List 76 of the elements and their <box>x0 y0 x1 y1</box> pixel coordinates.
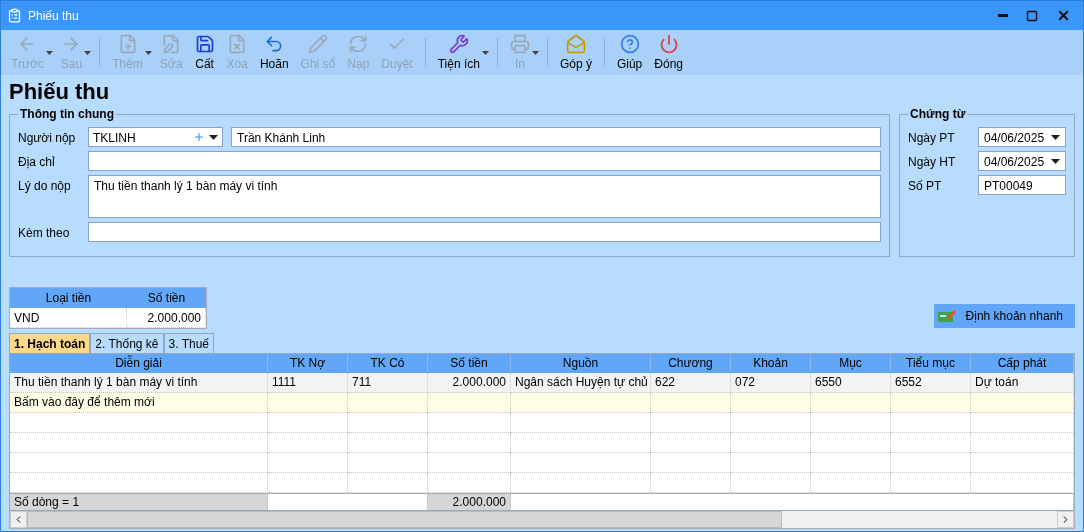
table-cell: 1111 <box>268 373 348 393</box>
dropdown-arrow-icon[interactable] <box>209 134 218 140</box>
save-icon <box>194 34 215 54</box>
table-cell: 622 <box>651 373 731 393</box>
field-label: Địa chỉ <box>18 154 56 169</box>
tab[interactable]: 1. Hạch toán <box>9 333 91 353</box>
column-header: Nguồn <box>511 354 651 373</box>
add-new-row-hint[interactable]: Bấm vào đây để thêm mới <box>10 393 268 413</box>
column-header: TK Nợ <box>268 354 348 373</box>
tab[interactable]: 2. Thống kê <box>90 333 164 353</box>
payer-name-field[interactable]: Trần Khánh Linh <box>231 127 881 147</box>
toolbar-button[interactable]: Góp ý <box>553 30 598 75</box>
field-label: Số PT <box>908 178 943 193</box>
envelope-icon <box>565 34 586 54</box>
total-amount: 2.000.000 <box>428 493 511 510</box>
payer-code-dropdown[interactable]: TKLINH <box>88 127 223 147</box>
minimize-icon <box>998 14 1008 17</box>
printer-icon <box>509 34 530 54</box>
close-icon <box>1056 8 1071 23</box>
help-icon <box>619 34 640 54</box>
field-label: Ngày HT <box>908 154 957 169</box>
table-cell: 6550 <box>811 373 891 393</box>
column-header: Diễn giải <box>10 354 268 373</box>
panel-title: Chứng từ <box>909 107 967 121</box>
delete-document-icon <box>227 34 248 54</box>
window-title: Phiếu thu <box>28 8 80 23</box>
table-cell: 2.000.000 <box>127 308 206 328</box>
table-cell: Dự toán <box>971 373 1074 393</box>
pencil-icon <box>307 34 328 54</box>
toolbar-button[interactable]: Cất <box>188 30 221 75</box>
input-field[interactable] <box>88 222 881 242</box>
table-cell: 711 <box>348 373 428 393</box>
edit-document-icon <box>161 34 182 54</box>
table-cell: 072 <box>731 373 811 393</box>
toolbar-button[interactable]: Tiện ích <box>431 30 486 75</box>
column-header: Cấp phát <box>971 354 1074 373</box>
column-header: Khoản <box>731 354 811 373</box>
toolbar-button[interactable]: Hoãn <box>253 30 295 75</box>
column-header: Số tiền <box>127 288 206 308</box>
page-heading: Phiếu thu <box>9 79 111 105</box>
field-label: Kèm theo <box>18 225 71 242</box>
toolbar-button[interactable]: Đóng <box>648 30 689 75</box>
column-header: Chương <box>651 354 731 373</box>
column-header: Loại tiền <box>10 288 127 308</box>
table-cell: Thu tiền thanh lý 1 bàn máy vi tính <box>10 373 268 393</box>
scroll-thumb[interactable] <box>27 511 782 528</box>
column-header: Tiểu mục <box>891 354 971 373</box>
refresh-icon <box>348 34 369 54</box>
panel-title: Thông tin chung <box>19 107 115 121</box>
app-icon <box>7 8 22 23</box>
table-cell: 2.000.000 <box>428 373 511 393</box>
column-header: Mục <box>811 354 891 373</box>
row-count: Số dòng = 1 <box>10 493 268 510</box>
date-field[interactable]: 04/06/2025 <box>978 151 1066 171</box>
power-icon <box>658 34 679 54</box>
input-field[interactable]: PT00049 <box>978 175 1066 195</box>
input-field[interactable]: Thu tiền thanh lý 1 bàn máy vi tính <box>88 175 881 218</box>
dropdown-arrow-icon[interactable] <box>1051 158 1060 164</box>
card-pen-icon <box>937 309 956 323</box>
quick-entry-button[interactable]: Định khoản nhanh <box>933 304 1075 328</box>
table-cell: 6552 <box>891 373 971 393</box>
field-label: Ngày PT <box>908 130 956 145</box>
field-label: Lý do nộp <box>18 178 72 193</box>
horizontal-scrollbar[interactable] <box>9 511 1075 529</box>
table-cell: VND <box>10 308 127 328</box>
maximize-icon <box>1026 9 1038 22</box>
input-field[interactable] <box>88 151 881 171</box>
column-header: TK Có <box>348 354 428 373</box>
field-label: Người nộp <box>18 130 77 145</box>
column-header: Số tiền <box>428 354 511 373</box>
toolbar-button[interactable]: Giúp <box>610 30 649 75</box>
tab[interactable]: 3. Thuế <box>163 333 214 353</box>
tools-icon <box>448 34 469 54</box>
dropdown-arrow-icon[interactable] <box>1051 134 1060 140</box>
table-cell: Ngân sách Huyện tự chủ <box>511 373 651 393</box>
date-field[interactable]: 04/06/2025 <box>978 127 1066 147</box>
